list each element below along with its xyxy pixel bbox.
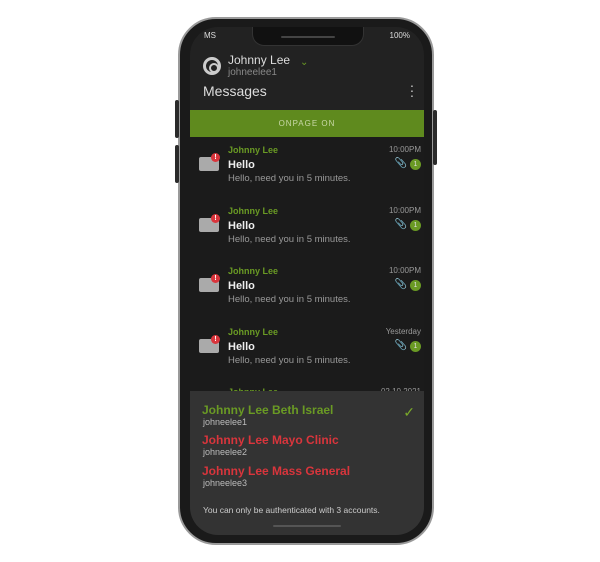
- account-username: johneelee1: [228, 67, 277, 78]
- message-subject: Hello: [228, 219, 255, 232]
- battery: 100%: [389, 31, 410, 40]
- home-indicator[interactable]: [273, 525, 341, 527]
- message-sender: Johnny Lee: [228, 326, 279, 337]
- alert-icon: !: [211, 274, 220, 283]
- carrier: MS: [204, 31, 216, 40]
- onpage-banner[interactable]: ONPAGE ON: [190, 110, 424, 137]
- message-row[interactable]: ! Johnny Lee 10:00PM Hello Hello, need you …: [190, 140, 424, 201]
- accounts-limit-note: You can only be authenticated with 3 acc…: [203, 505, 380, 515]
- account-option-username: johneelee1: [203, 417, 248, 427]
- message-preview: Hello, need you in 5 minutes.: [228, 294, 351, 305]
- volume-up-button: [175, 100, 179, 138]
- message-subject: Hello: [228, 280, 255, 292]
- message-preview: Hello, need you in 5 minutes.: [228, 354, 351, 366]
- paperclip-icon: 📎: [394, 218, 407, 230]
- paperclip-icon: 📎: [394, 158, 407, 169]
- paperclip-icon: 📎: [394, 339, 407, 351]
- paperclip-icon: 📎: [394, 279, 407, 290]
- count-badge: 1: [410, 159, 421, 170]
- message-subject: Hello: [228, 159, 255, 171]
- message-preview: Hello, need you in 5 minutes.: [228, 233, 351, 245]
- app-header: MS 100% Johnny Lee johneelee1 ⌄ Messages…: [190, 27, 424, 110]
- notch: [252, 27, 364, 46]
- account-option-username: johneelee2: [203, 447, 248, 457]
- count-badge: 1: [410, 219, 421, 231]
- count-badge: 1: [410, 280, 421, 291]
- message-subject: Hello: [228, 340, 255, 353]
- power-button: [433, 110, 437, 165]
- message-row[interactable]: ! Johnny Lee 10:00PM Hello Hello, need you …: [190, 201, 424, 262]
- message-time: 10:00PM: [388, 266, 421, 275]
- page-title: Messages: [203, 83, 267, 99]
- message-sender: Johnny Lee: [228, 145, 279, 155]
- check-icon: ✓: [403, 404, 415, 420]
- account-switcher-sheet: Johnny Lee Beth Israel johneelee1 ✓ John…: [190, 391, 424, 535]
- account-option-name[interactable]: Johnny Lee Mass General: [202, 464, 350, 478]
- account-option-username: johneelee3: [203, 478, 248, 488]
- account-option-name[interactable]: Johnny Lee Beth Israel: [202, 403, 333, 417]
- message-row[interactable]: ! Johnny Lee Yesterday Hello Hello, need yo…: [190, 322, 424, 383]
- more-menu-icon[interactable]: · · ·: [409, 78, 415, 102]
- account-option-name[interactable]: Johnny Lee Mayo Clinic: [202, 433, 339, 447]
- count-badge: 1: [410, 340, 421, 352]
- message-row[interactable]: ! Johnny Lee 10:00PM Hello Hello, need you …: [190, 261, 424, 322]
- message-time: 10:00PM: [388, 145, 421, 154]
- volume-down-button: [175, 145, 179, 183]
- alert-icon: !: [211, 213, 220, 223]
- chevron-down-icon[interactable]: ⌄: [300, 57, 308, 68]
- message-sender: Johnny Lee: [228, 266, 279, 276]
- alert-icon: !: [211, 153, 220, 162]
- message-time: Yesterday: [385, 326, 421, 336]
- app-logo-icon: [203, 57, 221, 75]
- app-screen: MS 100% Johnny Lee johneelee1 ⌄ Messages…: [190, 27, 424, 535]
- message-preview: Hello, need you in 5 minutes.: [228, 173, 351, 184]
- account-name[interactable]: Johnny Lee: [228, 53, 290, 67]
- alert-icon: !: [211, 334, 220, 344]
- message-sender: Johnny Lee: [228, 205, 279, 216]
- message-time: 10:00PM: [388, 205, 421, 215]
